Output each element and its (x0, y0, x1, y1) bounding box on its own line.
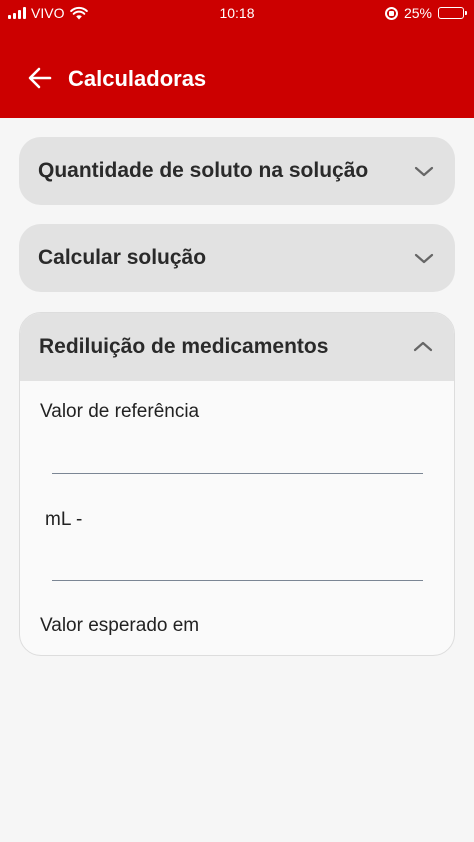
reference-value-label: Valor de referência (40, 401, 200, 422)
chevron-up-icon (413, 341, 433, 352)
status-bar: VIVO 10:18 25% (0, 0, 474, 28)
accordion-calcular-solucao: Calcular solução (19, 224, 455, 292)
accordion-header-calcular-solucao[interactable]: Calcular solução (19, 224, 455, 292)
battery-percent: 25% (403, 5, 432, 21)
back-button[interactable] (22, 62, 58, 94)
reference-value-input[interactable] (52, 444, 423, 474)
accordion-title: Calcular solução (38, 246, 207, 269)
ml-label: mL - (45, 509, 83, 530)
status-right: 25% (384, 5, 467, 21)
battery-icon (438, 7, 467, 19)
chevron-down-icon (414, 166, 434, 177)
accordion-rediluicao: Rediluição de medicamentos Valor de refe… (19, 312, 455, 656)
accordion-title: Rediluição de medicamentos (39, 335, 329, 358)
expected-value-label: Valor esperado em (40, 615, 200, 636)
rotation-lock-icon (384, 6, 398, 20)
accordion-header-rediluicao[interactable]: Rediluição de medicamentos (20, 313, 454, 381)
page-title: Calculadoras (68, 66, 207, 91)
accordion-title: Quantidade de soluto na solução (38, 159, 369, 182)
app-header: VIVO 10:18 25% Calculadoras (0, 0, 474, 118)
rediluicao-form: Valor de referência mL - Valor esperado … (20, 381, 454, 655)
accordion-header-soluto[interactable]: Quantidade de soluto na solução (19, 137, 455, 205)
accordion-soluto: Quantidade de soluto na solução (19, 137, 455, 205)
arrow-left-icon (28, 67, 52, 89)
app-bar: Calculadoras (0, 56, 474, 100)
chevron-down-icon (414, 253, 434, 264)
ml-input[interactable] (52, 551, 423, 581)
